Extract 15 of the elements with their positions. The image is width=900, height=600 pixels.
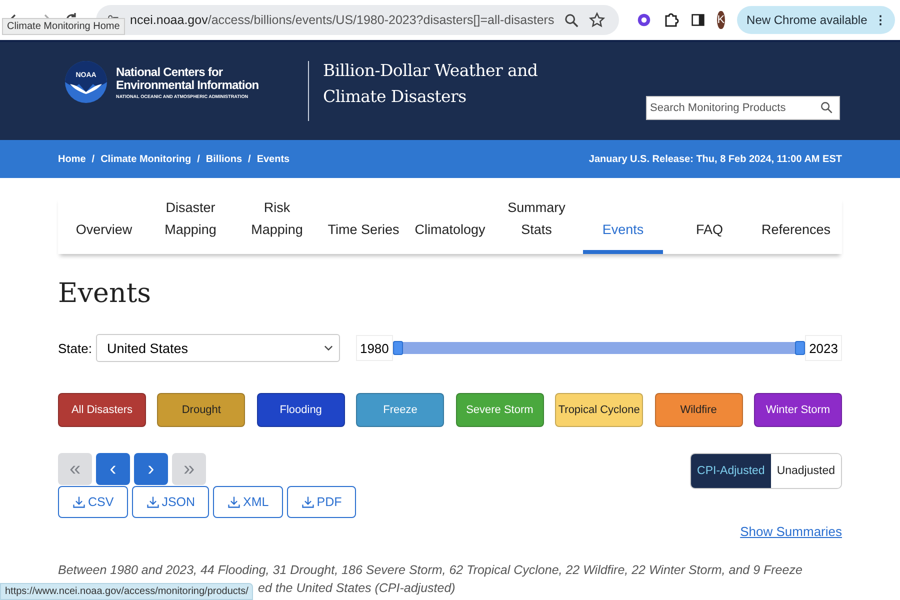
summary-text: Between 1980 and 2023, 44 Flooding, 31 Drought, 186 Severe Storm, 62 Tropical Cyclone, 22 Wildfire, 22 Winter Storm, and 9 Freeze [58,562,802,579]
site-title: Billion-Dollar Weather and Climate Disasters [323,60,539,108]
breadcrumb-separator: / [92,154,95,164]
end-year: 2023 [805,335,842,361]
state-label: State: [58,340,92,356]
status-url: https://www.ncei.noaa.gov/access/monitoring/products/ [0,583,254,600]
page-heading: Events [58,278,152,309]
summary-text: ed the United States (CPI-adjusted) [258,580,456,597]
tooltip: Climate Monitoring Home [2,18,125,35]
start-year: 1980 [356,335,393,361]
release-date: January U.S. Release: Thu, 8 Feb 2024, 11:00 AM EST [588,154,842,164]
url-text: ncei.noaa.gov/access/billions/events/US/1980-2023?disasters[]=all-disasters [130,13,554,27]
breadcrumb-separator: / [248,154,251,164]
organization-name: National Centers for Environmental Information [116,66,260,92]
breadcrumb-separator: / [197,154,200,164]
